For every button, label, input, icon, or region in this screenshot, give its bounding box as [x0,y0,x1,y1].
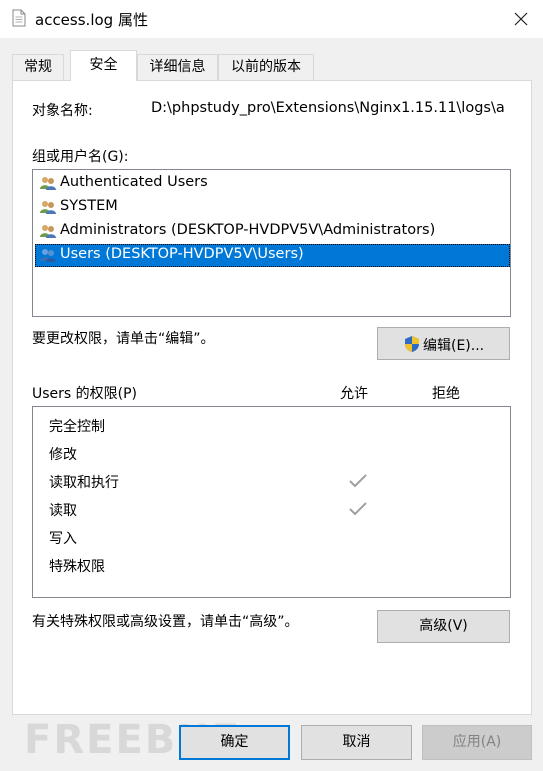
object-name-label: 对象名称: [32,103,93,119]
list-item[interactable]: Users (DESKTOP-HVDPV5V\Users) [35,244,510,267]
ok-button[interactable]: 确定 [179,725,290,760]
allow-read-check-icon [349,502,367,516]
allow-header: 允许 [340,386,368,402]
cancel-button[interactable]: 取消 [301,725,412,760]
list-item[interactable]: Authenticated Users [35,172,510,195]
permission-read-execute: 读取和执行 [49,475,119,491]
close-icon [514,12,528,26]
list-item-label: Users (DESKTOP-HVDPV5V\Users) [60,246,304,262]
list-item[interactable]: Administrators (DESKTOP-HVDPV5V\Administ… [35,220,510,243]
permission-modify: 修改 [49,447,77,463]
allow-read-execute-check-icon [349,474,367,488]
window-title: access.log 属性 [35,11,148,29]
users-group-icon [40,225,56,238]
tab-previous-versions[interactable]: 以前的版本 [218,54,314,81]
groups-listbox[interactable]: Authenticated Users SYSTEM Administrator… [32,169,511,317]
uac-shield-icon [405,336,419,352]
advanced-button[interactable]: 高级(V) [377,610,510,643]
apply-button[interactable]: 应用(A) [422,725,532,760]
list-item-label: Administrators (DESKTOP-HVDPV5V\Administ… [60,222,436,238]
permissions-list: 完全控制 修改 读取和执行 读取 写入 特殊权限 [32,406,511,598]
object-name-value: D:\phpstudy_pro\Extensions\Nginx1.15.11\… [151,100,505,116]
edit-button[interactable]: 编辑(E)... [377,327,510,360]
edit-hint: 要更改权限，请单击“编辑”。 [32,331,215,347]
document-icon [12,9,26,27]
close-button[interactable] [506,6,536,32]
edit-button-label: 编辑(E)... [423,338,485,354]
permissions-label: Users 的权限(P) [32,386,138,402]
users-group-icon [40,177,56,190]
list-item-label: SYSTEM [60,198,118,214]
tab-details[interactable]: 详细信息 [137,54,218,81]
list-item-label: Authenticated Users [60,174,208,190]
groups-label: 组或用户名(G): [32,149,129,165]
deny-header: 拒绝 [432,386,460,402]
tab-security[interactable]: 安全 [70,50,137,81]
tab-strip: 常规 安全 详细信息 以前的版本 [12,50,532,81]
users-group-icon [40,201,56,214]
users-group-icon [40,249,56,262]
permission-special: 特殊权限 [49,559,105,575]
tab-general[interactable]: 常规 [12,54,64,81]
permission-write: 写入 [49,531,77,547]
permission-full-control: 完全控制 [49,419,105,435]
title-bar: access.log 属性 [0,0,543,38]
list-item[interactable]: SYSTEM [35,196,510,219]
permission-read: 读取 [49,503,77,519]
advanced-hint: 有关特殊权限或高级设置，请单击“高级”。 [32,614,299,630]
